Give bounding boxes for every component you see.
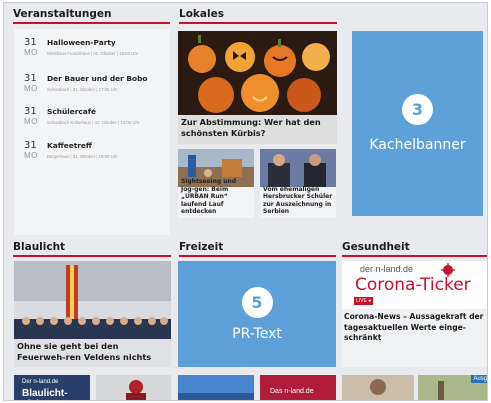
section-divider [179,255,336,257]
article-kuerbis[interactable]: Zur Abstimmung: Wer hat den schönsten Kü… [178,31,337,144]
event-title[interactable]: Halloween-Party [47,38,116,47]
people-image [342,375,414,400]
event-title[interactable]: Kaffeetreff [47,141,92,150]
landscape-image [178,375,254,400]
section-title-lokales: Lokales [179,8,224,20]
thumb-logo-text: Das n-land.de [270,388,314,395]
section-title-veranstaltungen: Veranstaltungen [13,8,112,20]
tile-number-badge: 3 [402,94,433,125]
article-headline[interactable]: Corona-News – Aussagekraft der tagesaktu… [344,312,487,344]
ticker-title: Corona-Ticker [355,275,471,295]
section-title-blaulicht: Blaulicht [13,241,66,253]
article-feuerwehr[interactable]: Ohne sie geht bei den Feuerweh-ren Velde… [14,261,171,367]
ticker-logo-text: der n-land.de [360,264,414,274]
event-day: 31 [24,37,37,48]
event-title[interactable]: Schülercafé [47,107,96,116]
tile-label: PR-Text [232,325,282,342]
event-day: 31 [24,106,37,117]
thumb-sport[interactable] [96,375,171,400]
thumb-people[interactable] [342,375,414,400]
news-portal: Veranstaltungen 31 MO Halloween-Party Wi… [3,2,488,401]
event-item[interactable]: 31 MO Kaffeetreff Bürgerhaus | 31. Oktob… [14,140,164,180]
event-item[interactable]: 31 MO Halloween-Party Wirtshaus Froschha… [14,37,164,77]
tile-label: Kachelbanner [369,137,466,153]
event-month: MO [24,84,38,93]
section-divider [179,22,337,24]
tile-number-badge: 5 [241,286,273,318]
section-divider [13,22,170,24]
thumb-logo-text: Der n-land.de [22,379,59,385]
thumb-blue[interactable] [178,375,254,400]
event-meta: Schwabach Kulturhaus | 31. Oktober | 14:… [47,120,140,125]
corona-ticker-banner: der n-land.de Corona-Ticker LIVE ● [342,261,487,309]
event-month: MO [24,117,38,126]
event-day: 31 [24,140,37,151]
thumb-title: Blaulicht-Ticker [22,388,68,400]
kachelbanner-tile[interactable]: 3 Kachelbanner [352,31,483,216]
event-day: 31 [24,73,37,84]
event-meta: Bürgerhaus | 31. Oktober | 15:00 Uhr [47,154,118,159]
article-corona[interactable]: der n-land.de Corona-Ticker LIVE ● Coron… [342,261,487,367]
section-title-freizeit: Freizeit [179,241,224,253]
article-headline[interactable]: Sightseeing und Jog-gen: Beim „URBAN Run… [178,176,254,218]
event-meta: Schwabach | 31. Oktober | 17:00 Uhr [47,87,118,92]
sport-image [96,375,171,400]
article-headline[interactable]: Ohne sie geht bei den Feuerweh-ren Velde… [14,339,171,367]
event-month: MO [24,151,38,160]
badge: Ausg [471,375,487,383]
article-headline[interactable]: Vom ehemaligen Hersbrucker Schüler zur A… [260,184,336,218]
event-meta: Wirtshaus Froschhaus | 31. Oktober | 18:… [47,51,139,56]
thumb-blaulicht-ticker[interactable]: Der n-land.de Blaulicht-Ticker [14,375,90,400]
thumb-nland[interactable]: Das n-land.de [260,375,336,400]
live-badge: LIVE ● [354,297,374,305]
article-urban-run[interactable]: Sightseeing und Jog-gen: Beim „URBAN Run… [178,149,254,218]
thumb-nature[interactable]: Ausg [418,375,487,400]
article-hersbrucker[interactable]: Vom ehemaligen Hersbrucker Schüler zur A… [260,149,336,218]
pr-text-tile[interactable]: 5 PR-Text [178,261,336,367]
event-title[interactable]: Der Bauer und der Bobo [47,74,147,83]
virus-icon [441,263,455,277]
portrait-image [260,149,336,187]
article-headline[interactable]: Zur Abstimmung: Wer hat den schönsten Kü… [178,115,337,144]
section-title-gesundheit: Gesundheit [342,241,410,253]
section-divider [342,255,487,257]
section-divider [13,255,171,257]
events-list: 31 MO Halloween-Party Wirtshaus Froschha… [14,29,170,235]
event-month: MO [24,48,38,57]
